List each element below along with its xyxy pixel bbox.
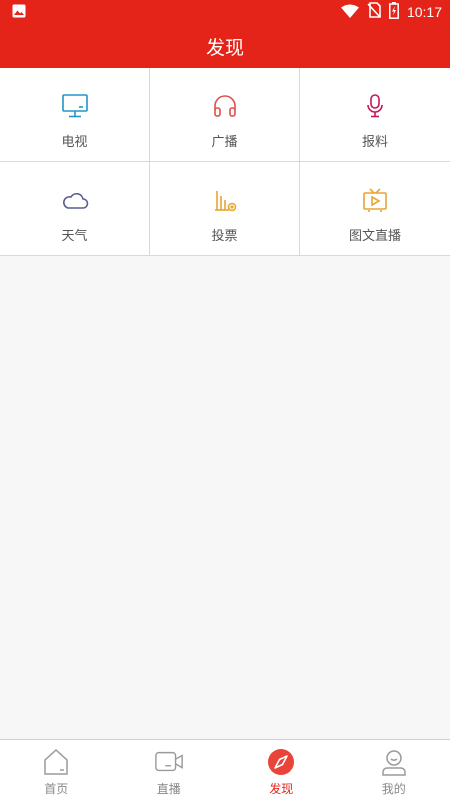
microphone-icon	[361, 92, 389, 120]
tab-label: 首页	[44, 782, 69, 796]
tab-label: 我的	[381, 782, 406, 796]
grid-item-report[interactable]: 报料	[300, 68, 450, 162]
page-title: 发现	[205, 36, 244, 59]
bar-chart-icon	[211, 186, 239, 214]
no-sim-icon	[367, 2, 381, 22]
tab-label: 发现	[269, 782, 294, 796]
headphones-icon	[211, 92, 239, 120]
grid-item-vote[interactable]: 投票	[150, 162, 300, 256]
grid-item-weather[interactable]: 天气	[0, 162, 150, 256]
home-icon	[41, 747, 71, 777]
status-icons: 10:17	[340, 1, 442, 23]
user-icon	[379, 747, 409, 777]
tab-live[interactable]: 直播	[113, 740, 226, 800]
grid-item-label: 投票	[211, 229, 238, 244]
grid-item-label: 广播	[211, 135, 238, 150]
grid-item-radio[interactable]: 广播	[150, 68, 300, 162]
tab-discover[interactable]: 发现	[225, 740, 338, 800]
bottom-tab-bar: 首页 直播 发现 我的	[0, 739, 450, 800]
tab-home[interactable]: 首页	[0, 740, 113, 800]
tv-play-icon	[361, 186, 389, 214]
grid-item-label: 报料	[361, 135, 388, 150]
grid-item-tv[interactable]: 电视	[0, 68, 150, 162]
feature-grid: 电视 广播 报料 天气 投票 图文直播	[0, 68, 450, 256]
tv-monitor-icon	[61, 92, 89, 120]
page-header: 发现	[0, 24, 450, 68]
status-bar: 10:17	[0, 0, 450, 24]
grid-item-label: 天气	[61, 229, 88, 244]
tab-label: 直播	[156, 782, 181, 796]
video-camera-icon	[154, 747, 184, 777]
status-time: 10:17	[406, 4, 442, 20]
wifi-icon	[340, 3, 359, 22]
compass-icon	[266, 747, 296, 777]
tab-mine[interactable]: 我的	[338, 740, 450, 800]
grid-item-label: 图文直播	[348, 229, 401, 244]
battery-charging-icon	[389, 1, 399, 23]
cloud-icon	[61, 186, 89, 214]
grid-item-label: 电视	[61, 135, 88, 150]
grid-item-live-text[interactable]: 图文直播	[300, 162, 450, 256]
image-notification-icon	[12, 3, 26, 22]
